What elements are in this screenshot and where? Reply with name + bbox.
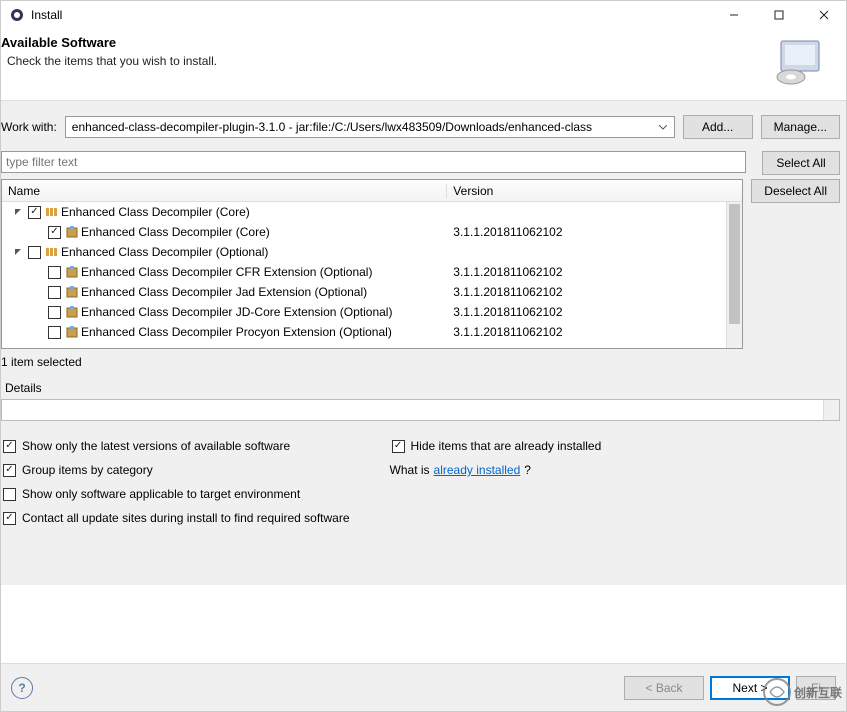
details-textbox[interactable]: [1, 399, 840, 421]
option-latest-only[interactable]: Show only the latest versions of availab…: [1, 439, 350, 453]
item-label: Enhanced Class Decompiler (Core): [61, 205, 250, 219]
already-installed-link[interactable]: already installed: [434, 463, 521, 477]
tree-feature-row[interactable]: Enhanced Class Decompiler (Core) 3.1.1.20…: [2, 222, 742, 242]
install-icon: [773, 35, 828, 90]
finish-button[interactable]: Fi: [796, 676, 836, 700]
tree-feature-row[interactable]: Enhanced Class Decompiler Procyon Extens…: [2, 322, 742, 342]
scrollbar[interactable]: [823, 400, 839, 420]
checkbox[interactable]: [48, 326, 61, 339]
item-version: 3.1.1.201811062102: [447, 265, 742, 279]
selection-status: 1 item selected: [1, 349, 846, 377]
tree-feature-row[interactable]: Enhanced Class Decompiler CFR Extension …: [2, 262, 742, 282]
option-hide-installed[interactable]: Hide items that are already installed: [390, 439, 602, 453]
option-label: Hide items that are already installed: [411, 439, 602, 453]
checkbox[interactable]: [28, 206, 41, 219]
tree-header: Name Version: [2, 180, 742, 202]
item-label: Enhanced Class Decompiler Procyon Extens…: [81, 325, 392, 339]
tree-group-row[interactable]: Enhanced Class Decompiler (Core): [2, 202, 742, 222]
scrollbar[interactable]: [726, 202, 742, 348]
chevron-down-icon[interactable]: [656, 125, 670, 130]
item-version: 3.1.1.201811062102: [447, 325, 742, 339]
checkbox[interactable]: [28, 246, 41, 259]
feature-icon: [65, 285, 79, 299]
close-button[interactable]: [801, 1, 846, 29]
details-section: Details: [1, 377, 846, 421]
item-label: Enhanced Class Decompiler (Optional): [61, 245, 268, 259]
item-label: Enhanced Class Decompiler (Core): [81, 225, 270, 239]
add-button[interactable]: Add...: [683, 115, 753, 139]
feature-icon: [65, 325, 79, 339]
select-all-button[interactable]: Select All: [762, 151, 840, 175]
software-tree[interactable]: Name Version Enhanced Class Decompiler (…: [1, 179, 743, 349]
option-label: Show only software applicable to target …: [22, 487, 300, 501]
feature-icon: [65, 265, 79, 279]
checkbox[interactable]: [3, 464, 16, 477]
option-label: Show only the latest versions of availab…: [22, 439, 290, 453]
item-label: Enhanced Class Decompiler Jad Extension …: [81, 285, 367, 299]
option-group-category[interactable]: Group items by category: [1, 463, 350, 477]
minimize-button[interactable]: [711, 1, 756, 29]
checkbox[interactable]: [3, 440, 16, 453]
window-title: Install: [31, 8, 62, 22]
page-title: Available Software: [1, 35, 773, 50]
deselect-all-button[interactable]: Deselect All: [751, 179, 840, 203]
help-button[interactable]: ?: [11, 677, 33, 699]
column-version[interactable]: Version: [447, 184, 742, 198]
category-icon: [45, 206, 59, 218]
feature-icon: [65, 225, 79, 239]
work-with-label: Work with:: [1, 120, 57, 134]
item-version: 3.1.1.201811062102: [447, 305, 742, 319]
item-label: Enhanced Class Decompiler CFR Extension …: [81, 265, 372, 279]
option-label: Contact all update sites during install …: [22, 511, 350, 525]
wizard-header: Available Software Check the items that …: [1, 29, 846, 100]
item-label: Enhanced Class Decompiler JD-Core Extens…: [81, 305, 392, 319]
option-label: Group items by category: [22, 463, 153, 477]
tree-feature-row[interactable]: Enhanced Class Decompiler JD-Core Extens…: [2, 302, 742, 322]
checkbox[interactable]: [48, 306, 61, 319]
work-with-combo[interactable]: [65, 116, 675, 138]
feature-icon: [65, 305, 79, 319]
page-subtitle: Check the items that you wish to install…: [7, 54, 773, 68]
item-version: 3.1.1.201811062102: [447, 285, 742, 299]
software-tree-area: Name Version Enhanced Class Decompiler (…: [1, 175, 846, 349]
filter-input[interactable]: [1, 151, 746, 173]
already-installed-hint: What is already installed ?: [390, 463, 602, 477]
manage-button[interactable]: Manage...: [761, 115, 840, 139]
column-name[interactable]: Name: [2, 184, 447, 198]
next-button[interactable]: Next >: [710, 676, 790, 700]
tree-feature-row[interactable]: Enhanced Class Decompiler Jad Extension …: [2, 282, 742, 302]
checkbox[interactable]: [48, 226, 61, 239]
option-contact-sites[interactable]: Contact all update sites during install …: [1, 511, 350, 525]
back-button[interactable]: < Back: [624, 676, 704, 700]
work-with-input[interactable]: [70, 119, 656, 135]
expand-toggle-icon[interactable]: [12, 208, 24, 216]
hint-prefix: What is: [390, 463, 430, 477]
option-target-env[interactable]: Show only software applicable to target …: [1, 487, 350, 501]
maximize-button[interactable]: [756, 1, 801, 29]
work-with-row: Work with: Add... Manage...: [1, 101, 846, 151]
item-version: 3.1.1.201811062102: [447, 225, 742, 239]
tree-group-row[interactable]: Enhanced Class Decompiler (Optional): [2, 242, 742, 262]
options-area: Show only the latest versions of availab…: [1, 421, 846, 525]
filter-row: Select All: [1, 151, 846, 175]
checkbox[interactable]: [48, 266, 61, 279]
details-label: Details: [1, 377, 840, 399]
app-icon: [9, 7, 25, 23]
scrollbar-thumb[interactable]: [729, 204, 740, 324]
checkbox[interactable]: [3, 512, 16, 525]
checkbox[interactable]: [48, 286, 61, 299]
titlebar: Install: [1, 1, 846, 29]
checkbox[interactable]: [3, 488, 16, 501]
category-icon: [45, 246, 59, 258]
expand-toggle-icon[interactable]: [12, 248, 24, 256]
hint-suffix: ?: [524, 463, 531, 477]
wizard-footer: ? < Back Next > Fi: [1, 663, 846, 711]
checkbox[interactable]: [392, 440, 405, 453]
